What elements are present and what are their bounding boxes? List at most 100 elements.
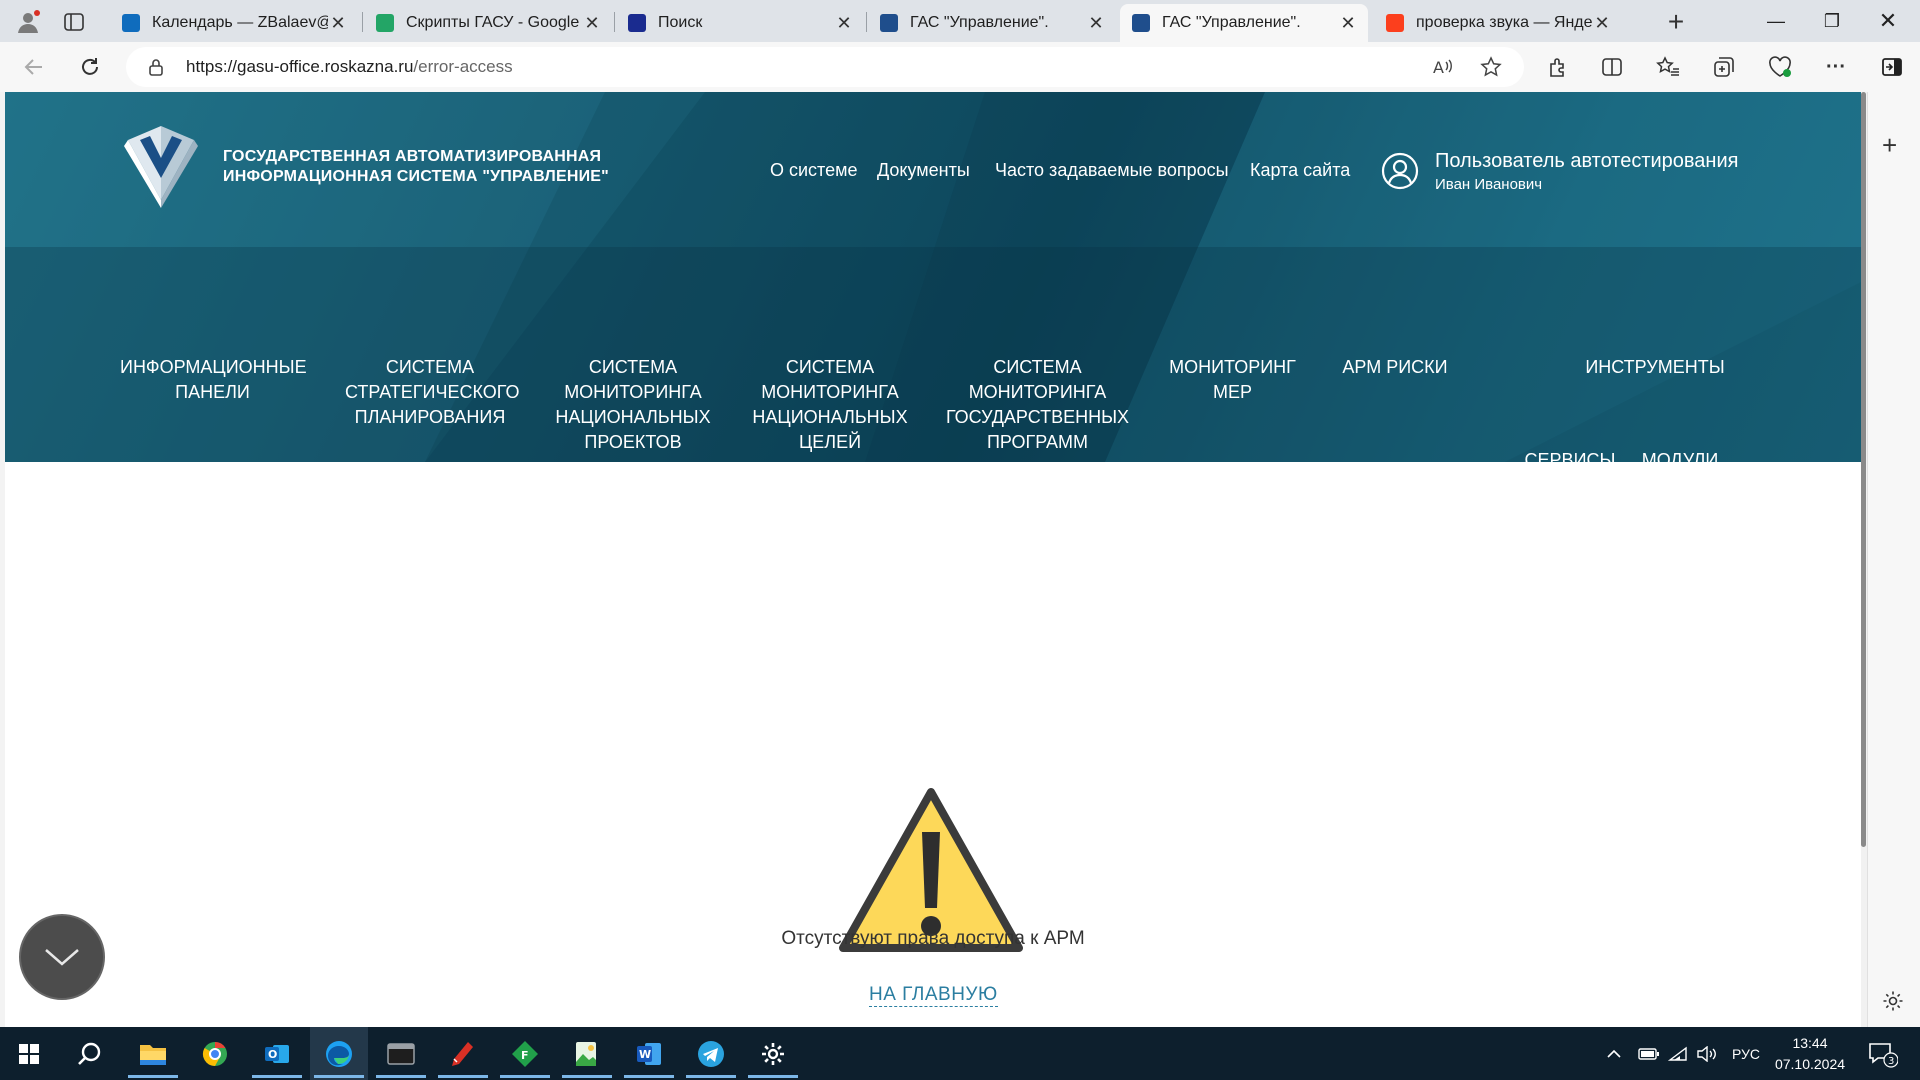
user-full-name: Иван Иванович (1435, 176, 1543, 193)
error-message: Отсутствуют права доступа к АРМ (781, 928, 1085, 949)
url-text[interactable]: https://gasu-office.roskazna.ru/error-ac… (186, 57, 513, 77)
more-options-icon[interactable]: ··· (1818, 51, 1854, 83)
nav-link-documents[interactable]: Документы (877, 160, 970, 181)
close-window-button[interactable]: ✕ (1860, 0, 1916, 42)
edge-icon[interactable] (310, 1027, 368, 1080)
gasu-logo[interactable] (120, 120, 202, 217)
browser-tab[interactable]: Скрипты ГАСУ - Google Та✕ (364, 4, 612, 42)
outlook-icon[interactable]: O (248, 1027, 306, 1080)
system-clock[interactable]: 13:44 07.10.2024 (1760, 1033, 1860, 1075)
svg-text:W: W (639, 1048, 651, 1061)
menu-item-national-projects[interactable]: Система мониторинга национальных проекто… (553, 355, 713, 455)
favorites-icon[interactable] (1650, 51, 1686, 83)
lock-icon[interactable] (148, 58, 164, 81)
sidebar-toggle-icon[interactable] (1874, 51, 1910, 83)
browser-tab[interactable]: проверка звука — Яндекс ✕ (1374, 4, 1622, 42)
image-app-icon[interactable] (558, 1027, 616, 1080)
collections-icon[interactable] (1706, 51, 1742, 83)
tab-title: ГАС "Управление". (1162, 14, 1301, 31)
add-sidebar-app-icon[interactable]: + (1882, 130, 1897, 161)
svg-text:O: O (268, 1048, 277, 1061)
clock-date: 07.10.2024 (1774, 1056, 1846, 1072)
tab-actions-icon[interactable] (58, 6, 90, 38)
user-name[interactable]: Пользователь автотестирования (1435, 150, 1738, 173)
notification-count: 3 (1888, 1056, 1894, 1067)
sidebar-settings-icon[interactable] (1882, 990, 1904, 1017)
menu-item-strategic-planning[interactable]: Система стратегического планирования (345, 355, 520, 430)
nav-link-about[interactable]: О системе (770, 160, 858, 181)
browser-tab[interactable]: Календарь — ZBalaev@IBS✕ (110, 4, 358, 42)
wifi-icon[interactable] (1668, 1027, 1688, 1080)
tab-title: Календарь — ZBalaev@IBS (152, 14, 328, 31)
tab-title: Скрипты ГАСУ - Google Та (406, 14, 582, 31)
edge-sidebar: + (1867, 92, 1920, 1027)
tab-separator (362, 12, 363, 32)
main-menu: Информационные панели Система стратегиче… (5, 247, 1861, 462)
close-tab-icon[interactable]: ✕ (1338, 13, 1358, 34)
close-tab-icon[interactable]: ✕ (582, 13, 602, 34)
browser-toolbar: https://gasu-office.roskazna.ru/error-ac… (0, 42, 1920, 92)
menu-item-arm-risks[interactable]: АРМ Риски (1335, 355, 1455, 380)
favorite-star-icon[interactable] (1480, 56, 1502, 83)
url-host: https://gasu-office.roskazna.ru (186, 57, 414, 76)
scroll-down-button[interactable] (19, 914, 105, 1000)
menu-item-state-programs[interactable]: Система мониторинга государственных прог… (945, 355, 1130, 455)
battery-icon[interactable] (1638, 1027, 1660, 1080)
menu-item-modules[interactable]: Модули (1630, 448, 1730, 462)
nav-link-faq[interactable]: Часто задаваемые вопросы (995, 160, 1229, 181)
site-header: ГОСУДАРСТВЕННАЯ АВТОМАТИЗИРОВАННАЯ ИНФОР… (5, 92, 1861, 462)
chrome-icon[interactable] (186, 1027, 244, 1080)
fin-app-icon[interactable]: F (496, 1027, 554, 1080)
start-icon[interactable] (0, 1027, 58, 1080)
close-tab-icon[interactable]: ✕ (328, 13, 348, 34)
nav-link-sitemap[interactable]: Карта сайта (1250, 160, 1350, 181)
menu-item-national-goals[interactable]: Система мониторинга национальных целей (750, 355, 910, 455)
menu-item-services[interactable]: Сервисы (1515, 448, 1625, 462)
close-tab-icon[interactable]: ✕ (834, 13, 854, 34)
address-bar[interactable]: https://gasu-office.roskazna.ru/error-ac… (126, 47, 1524, 87)
reload-button[interactable] (72, 51, 108, 83)
tab-separator (866, 12, 867, 32)
new-tab-button[interactable]: + (1660, 6, 1692, 38)
svg-text:F: F (521, 1049, 529, 1062)
sheets-icon (376, 14, 394, 32)
terminal-icon[interactable] (372, 1027, 430, 1080)
ibs-icon (628, 14, 646, 32)
close-tab-icon[interactable]: ✕ (1086, 13, 1106, 34)
volume-icon[interactable] (1696, 1027, 1718, 1080)
back-button[interactable] (16, 51, 52, 83)
minimize-button[interactable]: — (1748, 0, 1804, 42)
menu-item-measures-monitoring[interactable]: Мониторинг мер (1165, 355, 1300, 405)
tray-chevron-up-icon[interactable] (1606, 1027, 1622, 1080)
telegram-icon[interactable] (682, 1027, 740, 1080)
yandex-icon (1386, 14, 1404, 32)
split-screen-icon[interactable] (1594, 51, 1630, 83)
word-icon[interactable]: W (620, 1027, 678, 1080)
menu-item-tools[interactable]: Инструменты (1570, 355, 1740, 380)
profile-icon[interactable] (12, 6, 44, 38)
home-link[interactable]: НА ГЛАВНУЮ (869, 984, 998, 1007)
site-title-line1: ГОСУДАРСТВЕННАЯ АВТОМАТИЗИРОВАННАЯ (223, 148, 602, 165)
menu-item-info-panels[interactable]: Информационные панели (120, 355, 307, 405)
browser-tab[interactable]: ГАС "Управление". ✕ (868, 4, 1116, 42)
close-tab-icon[interactable]: ✕ (1592, 13, 1612, 34)
extensions-icon[interactable] (1540, 51, 1576, 83)
error-content: Отсутствуют права доступа к АРМ НА ГЛАВН… (5, 462, 1861, 1027)
pen-icon[interactable] (434, 1027, 492, 1080)
restore-button[interactable]: ❐ (1804, 0, 1860, 42)
site-title[interactable]: ГОСУДАРСТВЕННАЯ АВТОМАТИЗИРОВАННАЯ ИНФОР… (223, 147, 609, 187)
search-icon[interactable] (60, 1027, 118, 1080)
browser-tab[interactable]: Поиск ✕ (616, 4, 864, 42)
input-language[interactable]: РУС (1732, 1027, 1760, 1080)
notification-center-icon[interactable]: 3 (1868, 1027, 1898, 1080)
tab-separator (614, 12, 615, 32)
file-explorer-icon[interactable] (124, 1027, 182, 1080)
tab-title: Поиск (658, 14, 703, 31)
read-aloud-icon[interactable]: A (1432, 56, 1454, 83)
windows-taskbar: O F W РУС 13:44 07.10.2024 3 (0, 1027, 1920, 1080)
browser-essentials-icon[interactable] (1762, 51, 1798, 83)
scrollbar-thumb[interactable] (1861, 92, 1866, 847)
browser-tab[interactable]: ГАС "Управление". ✕ (1120, 4, 1368, 42)
user-avatar-icon[interactable] (1381, 152, 1419, 195)
settings-icon[interactable] (744, 1027, 802, 1080)
